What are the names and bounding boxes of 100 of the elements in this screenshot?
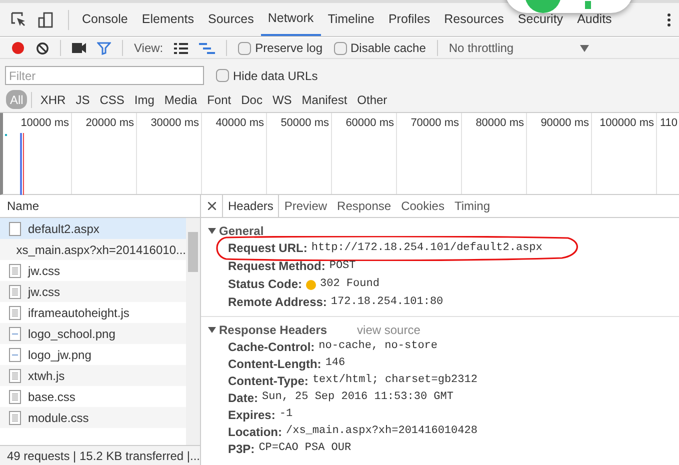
throttling-dropdown[interactable]: No throttling xyxy=(448,39,589,57)
header-name: P3P: xyxy=(228,440,255,458)
status-bar: 49 requests | 15.2 KB transferred |... xyxy=(0,445,200,465)
header-name: Content-Length: xyxy=(228,356,322,372)
section-title[interactable]: Response Headers xyxy=(219,320,328,338)
detail-tab[interactable]: Cookies xyxy=(396,195,450,217)
inspect-icon[interactable] xyxy=(11,12,27,28)
request-row[interactable]: xs_main.aspx?xh=201416010... xyxy=(0,239,186,260)
request-row[interactable]: default2.aspx xyxy=(0,218,186,239)
checkbox-label: Hide data URLs xyxy=(233,68,318,84)
timeline-tick-label: 20000 ms xyxy=(86,118,134,131)
header-value: /xs_main.aspx?xh=201416010428 xyxy=(286,424,478,440)
header-name: Remote Address: xyxy=(228,296,327,309)
view-label: View: xyxy=(134,40,164,57)
checkbox-label: Disable cache xyxy=(350,40,426,57)
type-filter-tab[interactable]: WS xyxy=(268,90,296,109)
text-file-icon xyxy=(9,264,21,278)
type-filter-tab[interactable]: JS xyxy=(72,90,94,109)
type-filter-tab[interactable]: Font xyxy=(203,90,236,109)
timeline-tick-label: 10000 ms xyxy=(20,118,69,131)
header-value: 172.18.254.101:80 xyxy=(330,296,444,309)
type-filter-tab[interactable]: Other xyxy=(353,90,392,109)
request-row[interactable]: xtwh.js xyxy=(0,365,186,386)
text-file-icon xyxy=(9,368,21,382)
detail-tab[interactable]: Timing xyxy=(449,195,496,217)
panel-tab[interactable]: Profiles xyxy=(381,3,438,36)
header-name: Content-Type: xyxy=(228,372,308,390)
text-file-icon xyxy=(9,390,21,404)
timeline-tick-label: 100000 ms xyxy=(600,118,654,131)
header-name: Expires: xyxy=(228,406,276,424)
timeline-tick-label: 90000 ms xyxy=(540,118,589,131)
status-dot-icon xyxy=(306,280,316,290)
timeline-tick-label: 60000 ms xyxy=(346,118,394,131)
close-icon xyxy=(208,202,216,210)
type-filter-tab[interactable]: Media xyxy=(160,90,202,109)
more-menu-icon[interactable] xyxy=(667,12,671,26)
header-value: POST xyxy=(329,260,356,273)
panel-tab[interactable]: Security xyxy=(510,3,570,36)
panel-tab[interactable]: Resources xyxy=(437,3,511,36)
header-name: Location: xyxy=(228,424,282,440)
waterfall-view-icon[interactable] xyxy=(199,42,216,54)
timeline-tick-label: 70000 ms xyxy=(410,118,459,131)
detail-tab[interactable]: Response xyxy=(332,195,396,217)
list-view-icon[interactable] xyxy=(174,42,188,54)
image-file-icon xyxy=(9,326,21,340)
header-value: CP=CAO PSA OUR xyxy=(258,441,352,456)
scrollbar[interactable] xyxy=(186,218,200,445)
panel-tab[interactable]: Elements xyxy=(134,3,201,36)
type-filter-tab[interactable]: Manifest xyxy=(298,90,352,109)
timeline-markers-drawing xyxy=(5,133,27,195)
filter-icon[interactable] xyxy=(97,42,111,54)
detail-tab[interactable]: Preview xyxy=(279,195,332,217)
text-file-icon xyxy=(9,410,21,424)
app-icon xyxy=(525,0,561,13)
text-file-icon xyxy=(9,284,21,298)
type-filter-tab[interactable]: Doc xyxy=(237,90,266,109)
dropdown-caret-icon xyxy=(580,44,589,52)
expanded-triangle-icon[interactable] xyxy=(208,326,216,334)
image-file-icon xyxy=(9,348,21,362)
checkbox[interactable] xyxy=(238,42,252,54)
header-value: -1 xyxy=(279,407,293,422)
request-row[interactable]: module.css xyxy=(0,407,186,428)
panel-tab[interactable]: Timeline xyxy=(320,3,382,36)
panel-tab[interactable]: Sources xyxy=(200,3,261,36)
section-title[interactable]: General xyxy=(219,222,264,240)
timeline-tick-label: 30000 ms xyxy=(150,118,199,131)
header-name: Date: xyxy=(228,390,258,406)
record-icon[interactable] xyxy=(11,41,25,55)
header-name: Request URL: xyxy=(228,242,308,255)
file-icon xyxy=(9,222,21,236)
clear-icon[interactable] xyxy=(36,42,49,54)
checkbox-label: Preserve log xyxy=(255,40,323,57)
type-filter-tab[interactable]: XHR xyxy=(36,90,70,109)
header-value: 146 xyxy=(325,356,346,372)
expanded-triangle-icon[interactable] xyxy=(208,227,216,235)
type-filter-tab[interactable]: CSS xyxy=(96,90,128,109)
filter-field[interactable]: Filter xyxy=(5,66,204,85)
timeline-tick-label: 40000 ms xyxy=(216,118,264,131)
timeline-tick-label: 80000 ms xyxy=(476,118,524,131)
header-name: Request Method: xyxy=(228,260,326,273)
type-filter-tab[interactable]: Img xyxy=(130,90,158,109)
header-value: Sun, 25 Sep 2016 11:53:30 GMT xyxy=(262,390,454,406)
header-value: no-cache, no-store xyxy=(318,339,438,354)
checkbox[interactable] xyxy=(216,69,229,82)
panel-tab[interactable]: Network xyxy=(260,3,321,36)
timeline-tick-label: 50000 ms xyxy=(280,118,329,131)
header-name: Cache-Control: xyxy=(228,338,315,356)
text-file-icon xyxy=(9,306,21,320)
request-row[interactable]: logo_school.png xyxy=(0,323,186,344)
panel-tab[interactable]: Console xyxy=(75,3,135,36)
header-value: http://172.18.254.101/default2.aspx xyxy=(311,242,542,255)
video-camera-icon[interactable] xyxy=(72,43,86,53)
header-value: text/html; charset=gb2312 xyxy=(312,373,478,388)
request-row[interactable]: jw.css xyxy=(0,281,186,302)
view-source-link[interactable]: view source xyxy=(357,320,420,338)
panel-tab[interactable]: Audits xyxy=(570,3,619,36)
checkbox[interactable] xyxy=(334,42,347,54)
header-value: 302 Found xyxy=(320,278,380,291)
timeline-tick-label: 110 xyxy=(660,118,678,131)
device-icon[interactable] xyxy=(38,12,54,28)
